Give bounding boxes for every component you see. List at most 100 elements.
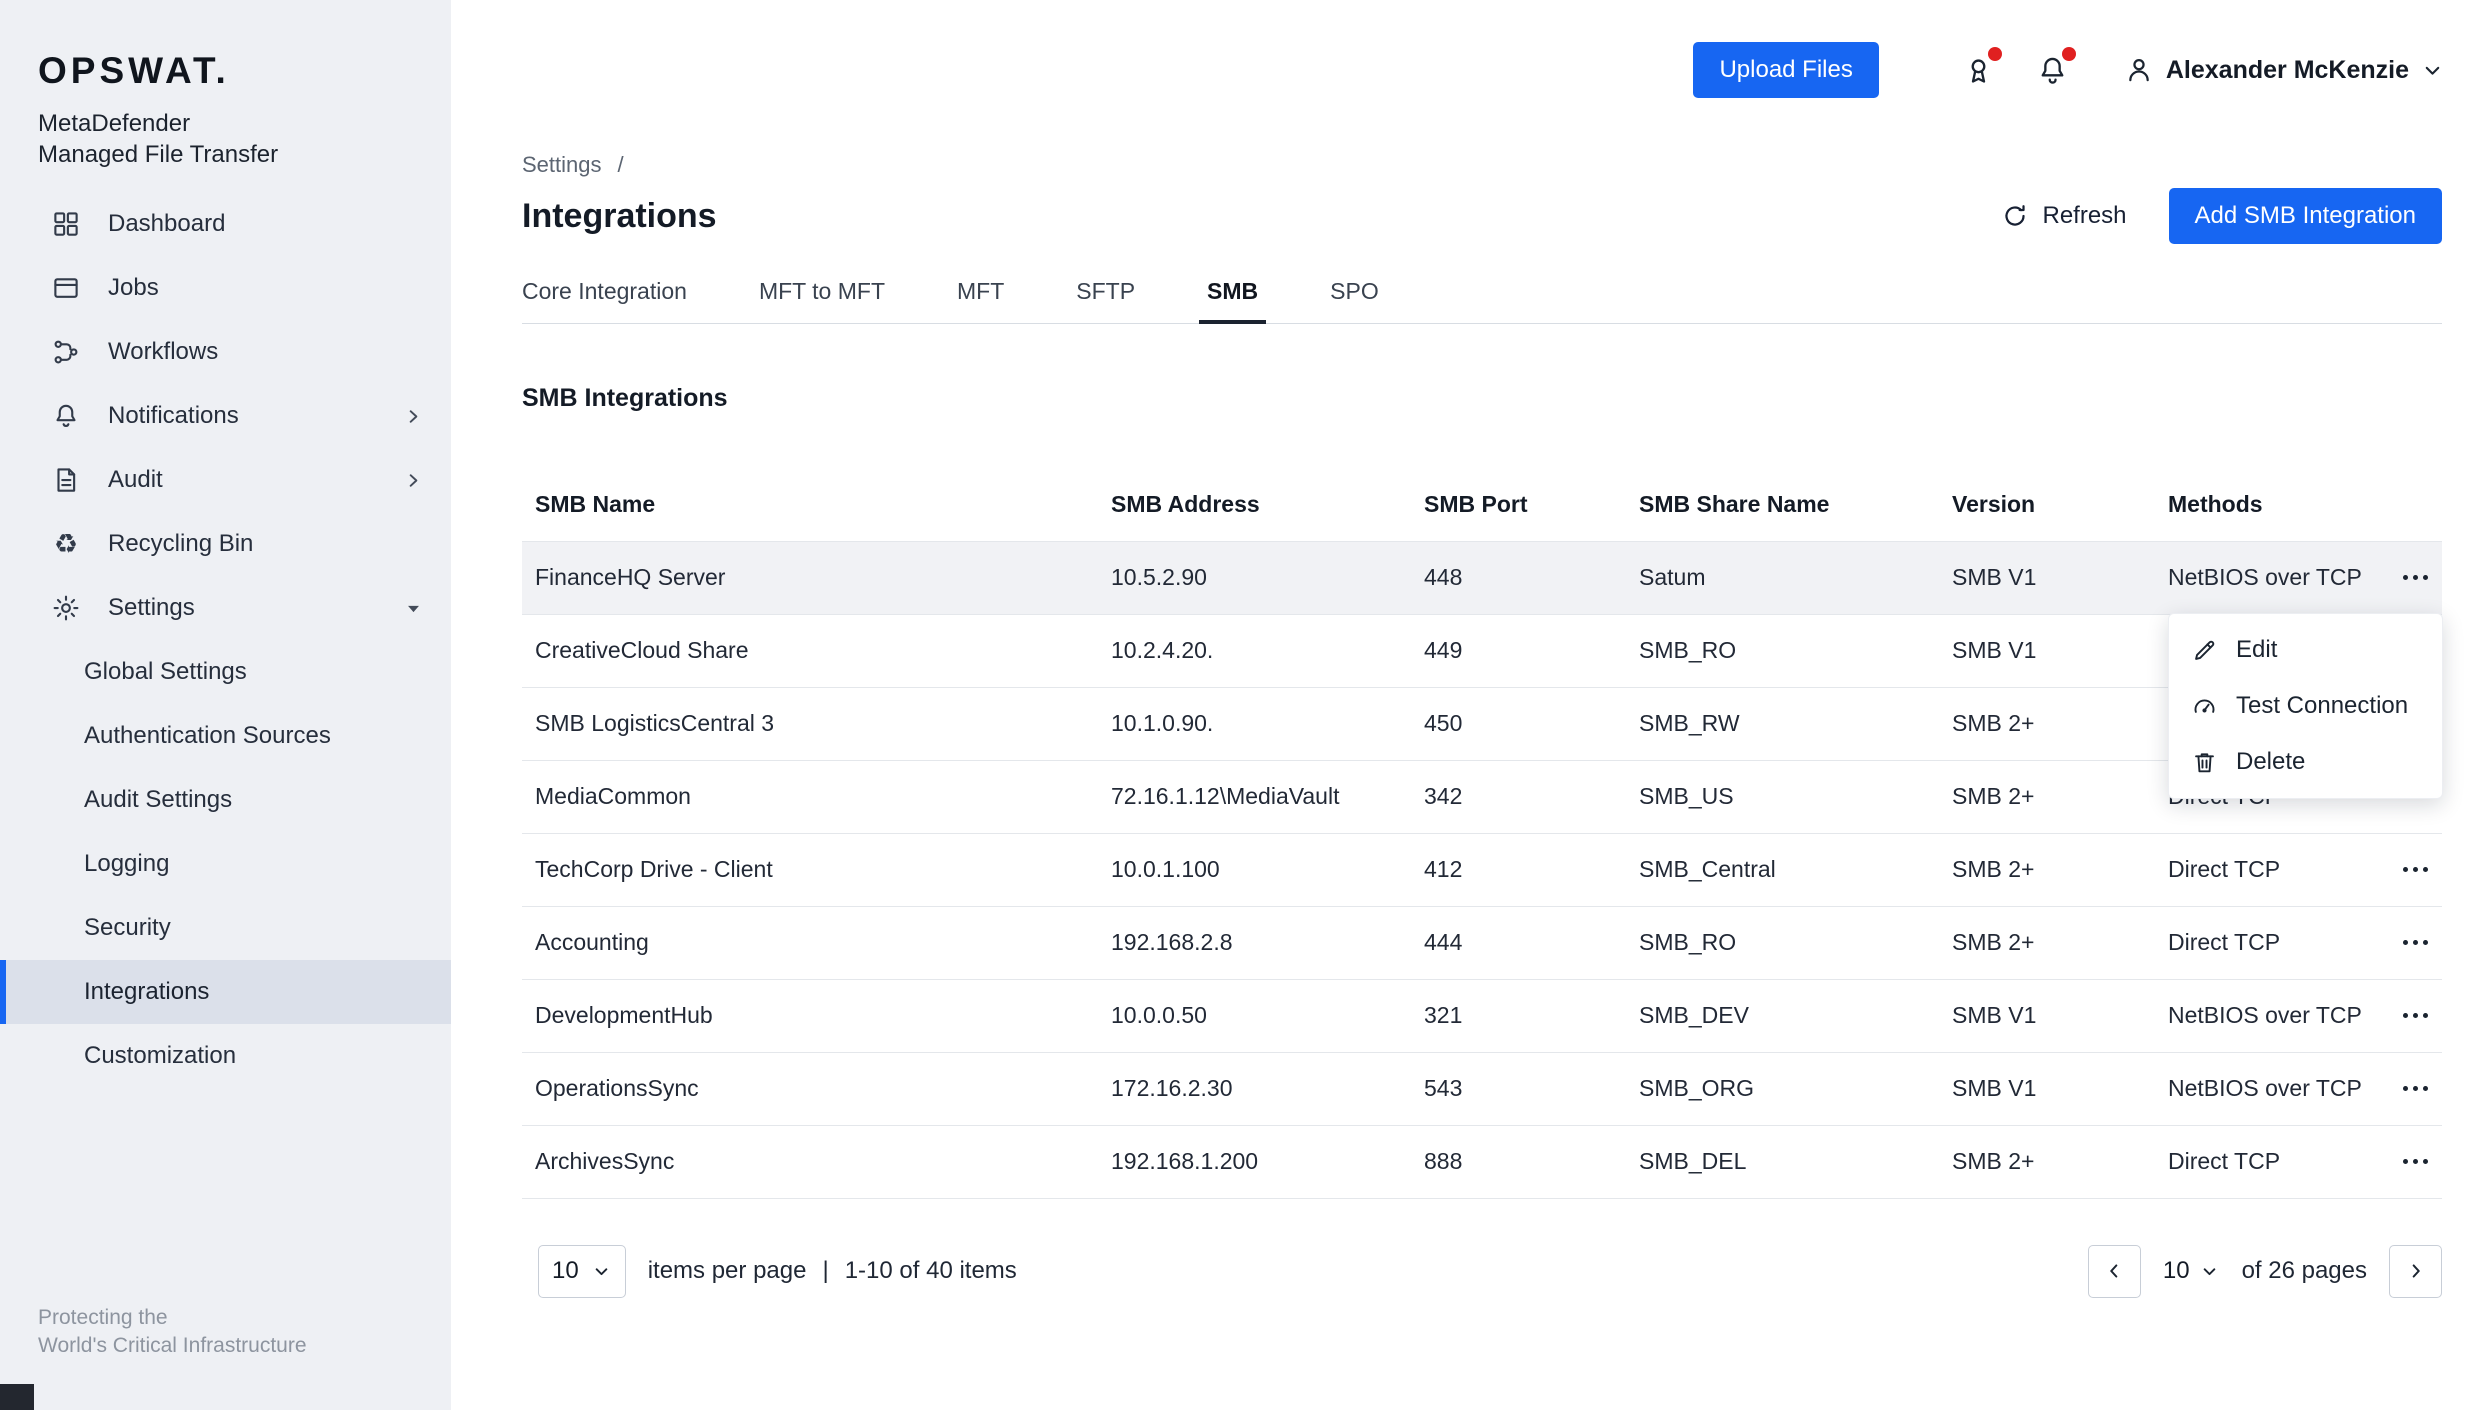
footer-line-1: Protecting the	[38, 1306, 168, 1329]
opswat-logo: OPSWAT.	[38, 50, 230, 91]
cell-methods: Direct TCP	[2155, 833, 2442, 907]
sidebar-subitem-security[interactable]: Security	[0, 896, 451, 960]
gauge-icon	[2191, 693, 2218, 720]
tab-sftp[interactable]: SFTP	[1076, 278, 1135, 323]
chevron-down-icon	[2199, 1261, 2220, 1282]
table-row: MediaCommon 72.16.1.12\MediaVault 342 SMB_U…	[522, 760, 2442, 834]
refresh-button[interactable]: Refresh	[2001, 202, 2127, 230]
chevron-right-icon	[2412, 1264, 2420, 1278]
tab-mft-to-mft[interactable]: MFT to MFT	[759, 278, 885, 323]
smb-table: SMB Name SMB Address SMB Port SMB Share Nam…	[522, 469, 2442, 1199]
user-name: Alexander McKenzie	[2165, 55, 2409, 84]
sidebar-subitem-label: Audit Settings	[84, 786, 233, 813]
sidebar-subitem-audit-settings[interactable]: Audit Settings	[0, 768, 451, 832]
bell-icon	[50, 400, 82, 432]
column-header-methods: Methods	[2155, 469, 2442, 542]
recycle-icon: ♻	[53, 528, 79, 559]
sidebar-item-label: Workflows	[108, 338, 219, 365]
tab-smb[interactable]: SMB	[1199, 278, 1267, 324]
row-actions-button[interactable]	[2397, 563, 2434, 592]
bell-icon[interactable]	[2029, 46, 2077, 94]
column-header-smb-share-name: SMB Share Name	[1626, 469, 1939, 542]
sidebar-subitem-label: Security	[84, 914, 171, 941]
upload-files-button[interactable]: Upload Files	[1693, 42, 1879, 98]
sidebar-item-notifications[interactable]: Notifications	[0, 384, 451, 448]
cell-name: MediaCommon	[522, 760, 1098, 834]
menu-item-edit[interactable]: Edit	[2169, 622, 2442, 678]
menu-item-test-connection[interactable]: Test Connection	[2169, 678, 2442, 734]
table-row: Accounting 192.168.2.8 444 SMB_RO SMB 2+ Dire…	[522, 906, 2442, 980]
section-title: SMB Integrations	[522, 384, 728, 412]
page-number-select[interactable]: 10	[2163, 1257, 2220, 1285]
menu-item-label: Edit	[2236, 636, 2278, 663]
sidebar-item-settings[interactable]: Settings	[0, 576, 451, 640]
previous-page-button[interactable]	[2087, 1244, 2141, 1298]
chevron-down-icon	[2420, 58, 2445, 83]
menu-item-delete[interactable]: Delete	[2169, 734, 2442, 790]
cell-version: SMB 2+	[1939, 1125, 2155, 1199]
sidebar-item-dashboard[interactable]: Dashboard	[0, 192, 451, 256]
row-actions-button[interactable]	[2397, 1147, 2434, 1176]
cell-address: 10.2.4.20.	[1098, 614, 1411, 688]
chevron-right-icon	[402, 405, 425, 428]
tab-spo[interactable]: SPO	[1330, 278, 1379, 323]
cell-name: ArchivesSync	[522, 1125, 1098, 1199]
cell-port: 543	[1411, 1052, 1626, 1126]
user-menu[interactable]: Alexander McKenzie	[2123, 54, 2445, 86]
sidebar-subitem-logging[interactable]: Logging	[0, 832, 451, 896]
sidebar-item-workflows[interactable]: Workflows	[0, 320, 451, 384]
sidebar-subitem-customization[interactable]: Customization	[0, 1024, 451, 1088]
sidebar-item-jobs[interactable]: Jobs	[0, 256, 451, 320]
jobs-icon	[50, 272, 82, 304]
cell-share: SMB_RO	[1626, 614, 1939, 688]
breadcrumb-separator: /	[617, 152, 624, 177]
row-actions-button[interactable]	[2397, 1001, 2434, 1030]
items-range-label: 1-10 of 40 items	[844, 1257, 1017, 1284]
cell-share: SMB_DEV	[1626, 979, 1939, 1053]
sidebar-item-audit[interactable]: Audit	[0, 448, 451, 512]
ellipsis-icon	[2403, 1086, 2408, 1091]
cell-share: SMB_RW	[1626, 687, 1939, 761]
sidebar-item-label: Settings	[108, 594, 195, 621]
method-value: Direct TCP	[2168, 929, 2281, 955]
table-row: ArchivesSync 192.168.1.200 888 SMB_DEL SMB 2…	[522, 1125, 2442, 1199]
cell-address: 172.16.2.30	[1098, 1052, 1411, 1126]
sidebar-subitem-authentication-sources[interactable]: Authentication Sources	[0, 704, 451, 768]
badge-icon[interactable]	[1955, 46, 2003, 94]
cell-version: SMB 2+	[1939, 906, 2155, 980]
breadcrumb-settings[interactable]: Settings	[522, 152, 602, 178]
cell-port: 450	[1411, 687, 1626, 761]
pagination-right: 10 of 26 pages	[2087, 1244, 2442, 1298]
row-actions-button[interactable]	[2397, 928, 2434, 957]
sidebar-nav: Dashboard Jobs Workflows Notifications Audit…	[0, 192, 451, 1088]
product-line-2: Managed File Transfer	[38, 141, 279, 168]
page-size-select[interactable]: 10	[538, 1244, 626, 1298]
cell-address: 72.16.1.12\MediaVault	[1098, 760, 1411, 834]
sidebar-subitem-integrations[interactable]: Integrations	[0, 960, 451, 1024]
next-page-button[interactable]	[2389, 1244, 2442, 1298]
notification-dot	[1987, 47, 2002, 61]
trash-icon	[2191, 749, 2218, 776]
sidebar: OPSWAT. MetaDefender Managed File Transf…	[0, 0, 451, 1410]
cell-name: OperationsSync	[522, 1052, 1098, 1126]
row-actions-button[interactable]	[2397, 855, 2434, 884]
row-actions-button[interactable]	[2397, 1074, 2434, 1103]
method-value: NetBIOS over TCP	[2168, 564, 2362, 590]
cell-name: CreativeCloud Share	[522, 614, 1098, 688]
method-value: NetBIOS over TCP	[2168, 1002, 2362, 1028]
tab-core-integration[interactable]: Core Integration	[522, 278, 687, 323]
topbar: Upload Files Alexander McKenzie	[451, 0, 2473, 140]
cell-version: SMB V1	[1939, 1052, 2155, 1126]
main-area: Upload Files Alexander McKenzie Settings…	[451, 0, 2473, 1410]
sidebar-item-recycling-bin[interactable]: ♻ Recycling Bin	[0, 512, 451, 576]
sidebar-subitem-global-settings[interactable]: Global Settings	[0, 640, 451, 704]
cell-share: SMB_RO	[1626, 906, 1939, 980]
tab-mft[interactable]: MFT	[957, 278, 1004, 323]
sidebar-subitem-label: Global Settings	[84, 658, 247, 685]
add-smb-integration-button[interactable]: Add SMB Integration	[2168, 188, 2442, 244]
cell-methods: Direct TCP	[2155, 1125, 2442, 1199]
of-pages-label: of 26 pages	[2241, 1257, 2367, 1284]
cell-port: 449	[1411, 614, 1626, 688]
sidebar-item-label: Notifications	[108, 402, 239, 429]
tabs-bar: Core Integration MFT to MFT MFT SFTP SMB SPO	[522, 278, 2442, 324]
